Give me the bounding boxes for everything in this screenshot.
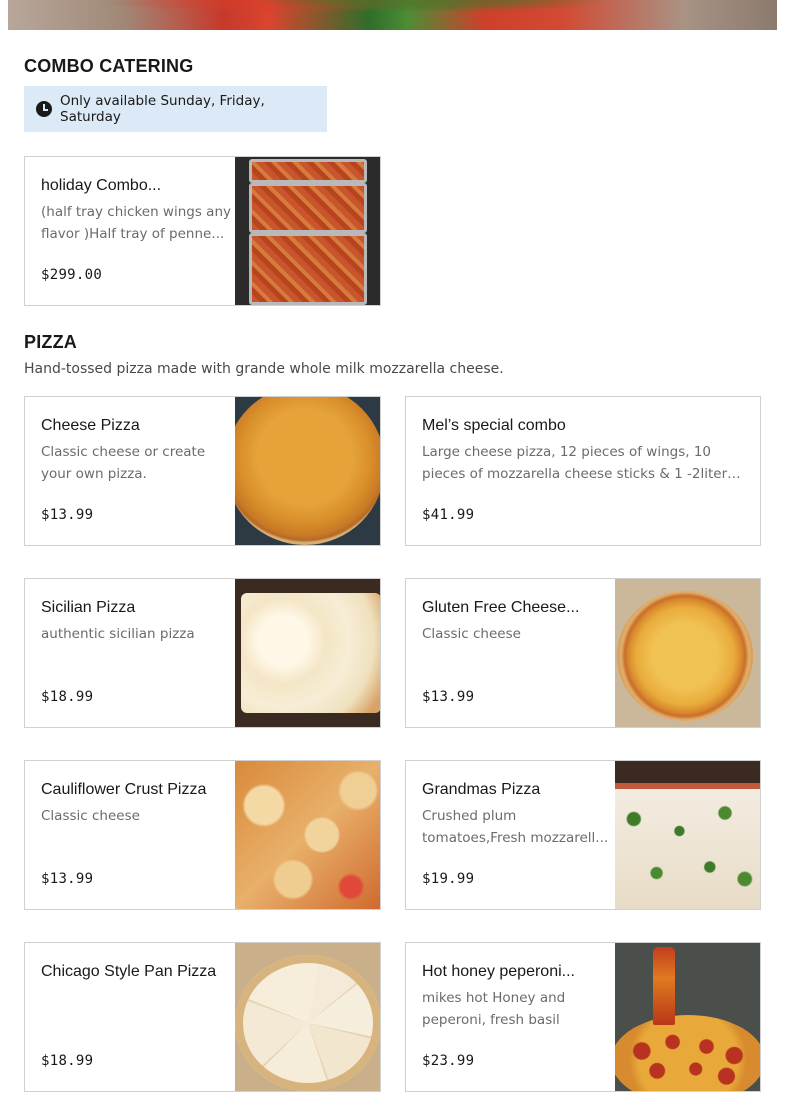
menu-item-card-cauliflower-crust-pizza[interactable]: Cauliflower Crust Pizza Classic cheese $… (24, 760, 381, 910)
menu-item-price: $18.99 (41, 1053, 94, 1069)
grandmas-pizza-photo (615, 761, 760, 909)
menu-item-card-cheese-pizza[interactable]: Cheese Pizza Classic cheese or create yo… (24, 396, 381, 546)
menu-item-description: Crushed plum tomatoes,Fresh mozzarell... (422, 808, 609, 846)
menu-item-name: Hot honey peperoni... (422, 963, 575, 980)
menu-item-card-holiday-combo[interactable]: holiday Combo... (half tray chicken wing… (24, 156, 381, 306)
hero-banner-image (8, 0, 777, 30)
menu-item-card-mels-special-combo[interactable]: Mel’s special combo Large cheese pizza, … (405, 396, 761, 546)
menu-item-name: Cheese Pizza (41, 417, 140, 434)
menu-item-card-gluten-free-cheese[interactable]: Gluten Free Cheese... Classic cheese $13… (405, 578, 761, 728)
menu-item-name: Gluten Free Cheese... (422, 599, 580, 616)
menu-item-description: Large cheese pizza, 12 pieces of wings, … (422, 444, 728, 482)
menu-item-card-grandmas-pizza[interactable]: Grandmas Pizza Crushed plum tomatoes,Fre… (405, 760, 761, 910)
section-title-combo-catering: COMBO CATERING (24, 56, 194, 76)
menu-item-name: holiday Combo... (41, 177, 162, 194)
menu-item-description: Classic cheese (422, 626, 521, 642)
cheese-pizza-photo (235, 397, 380, 545)
menu-item-price: $18.99 (41, 689, 94, 705)
menu-item-description: (half tray chicken wings any flavor )Hal… (41, 204, 231, 242)
menu-item-description: Classic cheese or create your own pizza. (41, 444, 206, 482)
menu-item-price: $41.99 (422, 507, 475, 523)
menu-item-price: $23.99 (422, 1053, 475, 1069)
menu-item-name: Cauliflower Crust Pizza (41, 781, 207, 798)
clock-icon (36, 101, 52, 117)
availability-text: Only available Sunday, Friday, Saturday (60, 93, 265, 125)
menu-item-name: Mel’s special combo (422, 417, 566, 434)
gluten-free-pizza-photo (615, 579, 760, 727)
menu-item-card-sicilian-pizza[interactable]: Sicilian Pizza authentic sicilian pizza … (24, 578, 381, 728)
chicago-pizza-photo (235, 943, 380, 1091)
menu-item-name: Chicago Style Pan Pizza (41, 963, 217, 980)
menu-item-description: authentic sicilian pizza (41, 626, 195, 642)
menu-item-description: Classic cheese (41, 808, 140, 824)
menu-item-name: Grandmas Pizza (422, 781, 541, 798)
menu-item-price: $13.99 (41, 871, 94, 887)
availability-notice: Only available Sunday, Friday, Saturday (24, 86, 327, 132)
menu-item-description: mikes hot Honey and peperoni, fresh basi… (422, 990, 566, 1028)
hot-honey-pizza-photo (615, 943, 760, 1091)
menu-item-card-hot-honey-peperoni[interactable]: Hot honey peperoni... mikes hot Honey an… (405, 942, 761, 1092)
menu-item-name: Sicilian Pizza (41, 599, 136, 616)
catering-trays-photo (235, 157, 380, 305)
section-title-pizza: PIZZA (24, 332, 77, 352)
menu-item-card-chicago-style-pan-pizza[interactable]: Chicago Style Pan Pizza $18.99 (24, 942, 381, 1092)
menu-item-price: $299.00 (41, 267, 103, 283)
menu-item-price: $13.99 (422, 689, 475, 705)
menu-item-price: $13.99 (41, 507, 94, 523)
cauliflower-pizza-photo (235, 761, 380, 909)
sicilian-pizza-photo (235, 579, 380, 727)
section-description-pizza: Hand-tossed pizza made with grande whole… (24, 361, 504, 377)
menu-item-price: $19.99 (422, 871, 475, 887)
